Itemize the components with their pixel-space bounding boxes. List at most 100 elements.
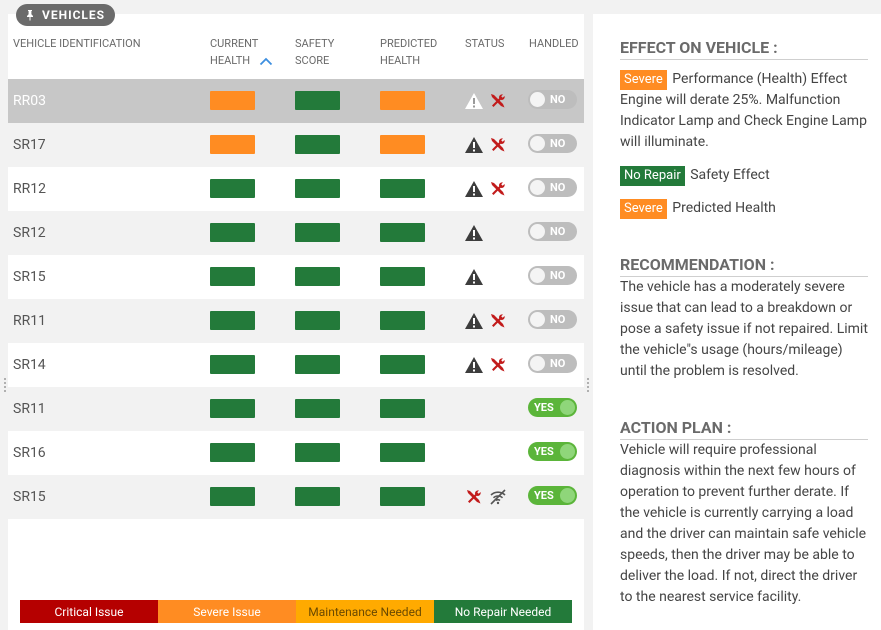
pin-icon	[27, 10, 33, 21]
legend-item-critical: Critical Issue	[20, 600, 158, 623]
warning-icon	[465, 137, 483, 153]
status-icons	[464, 135, 508, 155]
vehicle-id: RR11	[13, 313, 46, 329]
recommendation-text: The vehicle has a moderately severe issu…	[620, 279, 868, 379]
status-icons	[464, 91, 508, 111]
handled-toggle[interactable]: NO	[528, 354, 577, 373]
handled-toggle[interactable]: NO	[528, 178, 577, 197]
warning-icon	[465, 357, 483, 373]
effect-list: Severe Performance (Health) Effect Engin…	[620, 69, 869, 219]
handled-toggle[interactable]: NO	[528, 266, 577, 285]
handled-toggle-label: NO	[550, 137, 566, 150]
legend-item-severe: Severe Issue	[158, 600, 296, 623]
effect-text: Safety Effect	[686, 167, 770, 183]
vehicle-id: SR14	[13, 357, 46, 373]
action-plan-text: Vehicle will require professional diagno…	[620, 442, 867, 605]
col-predicted-health-line1: PREDICTED	[380, 37, 438, 50]
toggle-knob	[530, 136, 545, 151]
wrench-screwdriver-icon	[491, 358, 505, 372]
handled-toggle[interactable]: YES	[528, 442, 577, 461]
status-icons	[464, 179, 508, 199]
vehicle-id: SR15	[13, 489, 46, 505]
safety-score-bar	[295, 91, 340, 110]
effect-item: Severe Performance (Health) Effect Engin…	[620, 69, 869, 153]
no-signal-icon	[490, 489, 506, 505]
vehicle-id: SR11	[13, 401, 46, 417]
predicted-health-bar	[380, 487, 425, 506]
status-icons	[464, 267, 484, 287]
warning-icon	[465, 269, 483, 285]
effect-severity-tag: Severe	[620, 199, 667, 219]
vehicle-table-body: RR03 NO SR17 NO RR12 NO SR12 NO SR15 NO RR11 NO SR14…	[8, 79, 584, 519]
safety-score-bar	[295, 267, 340, 286]
table-row[interactable]: SR12 NO	[8, 211, 584, 255]
status-icons	[464, 355, 508, 375]
handled-toggle-label: YES	[534, 445, 554, 458]
handled-toggle-label: YES	[534, 489, 554, 502]
table-row[interactable]: RR11 NO	[8, 299, 584, 343]
recommendation-title: RECOMMENDATION :	[620, 255, 868, 277]
warning-icon	[465, 313, 483, 329]
status-icons	[464, 223, 484, 243]
handled-toggle[interactable]: NO	[528, 222, 577, 241]
table-row[interactable]: RR12 NO	[8, 167, 584, 211]
toggle-knob	[560, 488, 575, 503]
safety-score-bar	[295, 355, 340, 374]
col-handled-label: HANDLED	[529, 37, 579, 50]
table-row[interactable]: RR03 NO	[8, 79, 584, 123]
sort-ascending-icon[interactable]	[259, 57, 273, 66]
table-row[interactable]: SR15 NO	[8, 255, 584, 299]
current-health-bar	[210, 91, 255, 110]
vehicles-panel-title: VEHICLES	[42, 8, 106, 22]
wrench-screwdriver-icon	[491, 314, 505, 328]
current-health-bar	[210, 267, 255, 286]
handled-toggle[interactable]: NO	[528, 310, 577, 329]
toggle-knob	[560, 400, 575, 415]
col-predicted-health[interactable]: PREDICTED HEALTH	[380, 35, 437, 69]
toggle-knob	[530, 180, 545, 195]
handled-toggle-label: NO	[550, 313, 566, 326]
wrench-screwdriver-icon	[467, 490, 481, 504]
table-row[interactable]: SR14 NO	[8, 343, 584, 387]
table-row[interactable]: SR16 YES	[8, 431, 584, 475]
toggle-knob	[530, 268, 545, 283]
col-predicted-health-line2: HEALTH	[380, 54, 421, 67]
safety-score-bar	[295, 179, 340, 198]
col-handled[interactable]: HANDLED	[529, 35, 579, 52]
effect-title: EFFECT ON VEHICLE :	[620, 38, 868, 60]
handled-toggle[interactable]: YES	[528, 486, 577, 505]
warning-icon	[465, 93, 483, 109]
col-current-health[interactable]: CURRENT HEALTH	[210, 35, 273, 69]
handled-toggle[interactable]: YES	[528, 398, 577, 417]
wrench-screwdriver-icon	[491, 182, 505, 196]
safety-score-bar	[295, 443, 340, 462]
col-current-health-line1: CURRENT	[210, 37, 259, 50]
resize-handle-right[interactable]	[586, 378, 590, 392]
legend-item-no-repair: No Repair Needed	[434, 600, 572, 623]
table-row[interactable]: SR11 YES	[8, 387, 584, 431]
col-status[interactable]: STATUS	[465, 35, 504, 52]
toggle-knob	[560, 444, 575, 459]
vehicles-panel: VEHICLES VEHICLE IDENTIFICATION CURRENT …	[8, 4, 584, 630]
table-row[interactable]: SR15 YES	[8, 475, 584, 519]
handled-toggle-label: NO	[550, 225, 566, 238]
col-vehicle-id-label: VEHICLE IDENTIFICATION	[13, 37, 141, 50]
handled-toggle[interactable]: NO	[528, 134, 577, 153]
vehicle-detail-panel: EFFECT ON VEHICLE : Severe Performance (…	[593, 14, 881, 630]
col-safety-score[interactable]: SAFETY SCORE	[295, 35, 334, 69]
predicted-health-bar	[380, 179, 425, 198]
table-header: VEHICLE IDENTIFICATION CURRENT HEALTH SA…	[8, 35, 584, 79]
wrench-screwdriver-icon	[491, 94, 505, 108]
resize-handle-left[interactable]	[3, 378, 7, 392]
vehicle-id: RR03	[13, 93, 46, 109]
handled-toggle-label: YES	[534, 401, 554, 414]
toggle-knob	[530, 312, 545, 327]
safety-score-bar	[295, 311, 340, 330]
predicted-health-bar	[380, 443, 425, 462]
current-health-bar	[210, 179, 255, 198]
toggle-knob	[530, 224, 545, 239]
handled-toggle-label: NO	[550, 357, 566, 370]
handled-toggle[interactable]: NO	[528, 90, 577, 109]
col-vehicle-id[interactable]: VEHICLE IDENTIFICATION	[13, 35, 141, 52]
table-row[interactable]: SR17 NO	[8, 123, 584, 167]
